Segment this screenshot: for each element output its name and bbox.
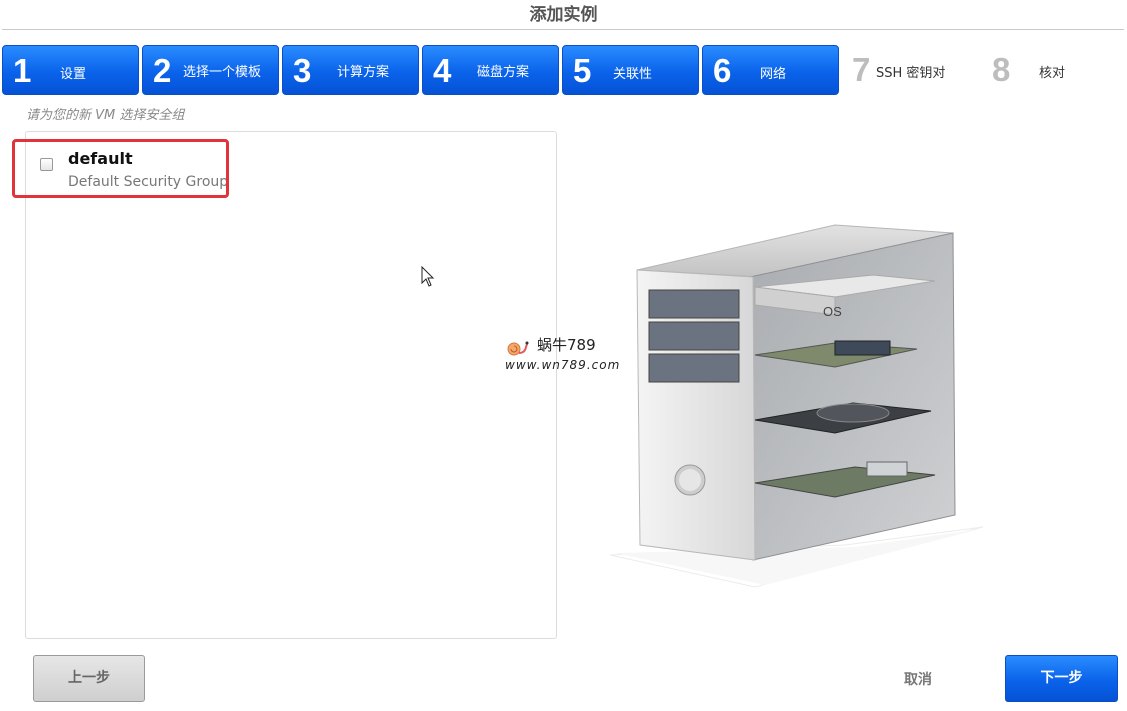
step-number: 7 bbox=[852, 51, 871, 88]
step-label: 关联性 bbox=[613, 67, 653, 82]
dialog-title: 添加实例 bbox=[529, 5, 598, 25]
mouse-cursor-icon bbox=[421, 266, 435, 287]
step-number: 2 bbox=[153, 52, 172, 89]
title-divider bbox=[2, 29, 1124, 30]
step-1-settings[interactable]: 1 设置 bbox=[2, 45, 139, 95]
step-8-review[interactable]: 8 核对 bbox=[982, 45, 1119, 95]
step-label: 设置 bbox=[60, 67, 87, 82]
step-5-affinity[interactable]: 5 关联性 bbox=[562, 45, 699, 95]
step-number: 8 bbox=[992, 51, 1011, 88]
step-4-disk-offering[interactable]: 4 磁盘方案 bbox=[422, 45, 559, 95]
step-7-ssh-keypair[interactable]: 7 SSH 密钥对 bbox=[842, 45, 979, 95]
watermark-url: www.wn789.com bbox=[505, 358, 621, 372]
os-disk-label: OS bbox=[823, 304, 842, 319]
step-3-compute-offering[interactable]: 3 计算方案 bbox=[282, 45, 419, 95]
step-number: 4 bbox=[433, 52, 452, 89]
security-group-list: default Default Security Group bbox=[25, 131, 557, 639]
step-label: 选择一个模板 bbox=[183, 65, 262, 80]
step-number: 6 bbox=[713, 52, 732, 89]
step-number: 1 bbox=[13, 52, 32, 89]
previous-step-button[interactable]: 上一步 bbox=[33, 655, 145, 702]
step-2-template[interactable]: 2 选择一个模板 bbox=[142, 45, 279, 95]
step-number: 5 bbox=[573, 52, 592, 89]
step-label: 网络 bbox=[760, 67, 787, 82]
step-label: SSH 密钥对 bbox=[876, 66, 946, 81]
step-label: 核对 bbox=[1039, 66, 1066, 81]
watermark-brand: 蜗牛789 bbox=[537, 336, 596, 354]
cancel-button[interactable]: 取消 bbox=[884, 665, 952, 695]
step-label: 计算方案 bbox=[337, 65, 390, 80]
snail-logo-icon bbox=[507, 341, 529, 356]
step-6-network[interactable]: 6 网络 bbox=[702, 45, 839, 95]
security-group-hint: 请为您的新 VM 选择安全组 bbox=[26, 108, 185, 123]
step-label: 磁盘方案 bbox=[477, 65, 530, 80]
server-tower-illustration: OS bbox=[609, 224, 984, 588]
step-number: 3 bbox=[293, 52, 312, 89]
selection-highlight-box bbox=[12, 139, 229, 198]
next-step-button[interactable]: 下一步 bbox=[1005, 655, 1118, 702]
